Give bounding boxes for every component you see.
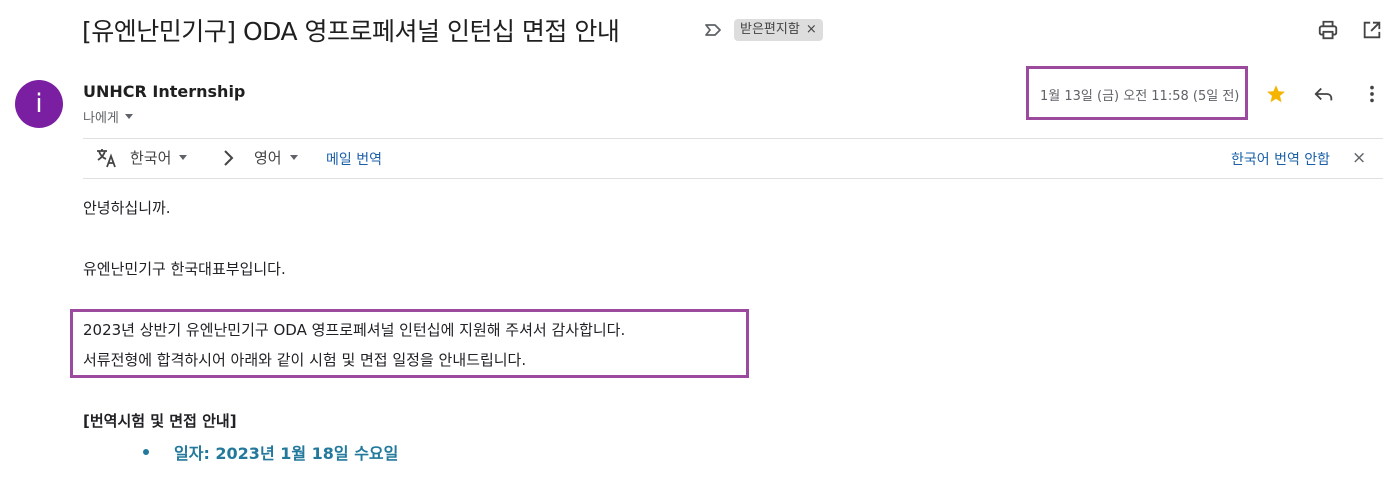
translate-bar-top-divider xyxy=(83,138,1383,139)
recipient-details-toggle[interactable]: 나에게 xyxy=(83,107,133,126)
bullet-item: 일자: 2023년 1월 18일 수요일 xyxy=(143,440,398,464)
translate-bar-bottom-divider xyxy=(83,178,1383,179)
star-icon xyxy=(1267,85,1285,103)
bullet-dot xyxy=(143,449,149,455)
remove-label-icon[interactable]: × xyxy=(806,19,817,41)
more-options-button[interactable] xyxy=(1360,82,1384,106)
more-vert-icon xyxy=(1370,85,1374,103)
body-line-2: 서류전형에 합격하시어 아래와 같이 시험 및 면접 일정을 안내드립니다. xyxy=(83,351,527,369)
caret-down-icon xyxy=(289,155,298,160)
dont-translate-link[interactable]: 한국어 번역 안함 xyxy=(1231,149,1330,169)
greeting-text: 안녕하십니까. xyxy=(83,199,171,217)
translate-message-link[interactable]: 메일 번역 xyxy=(326,149,382,169)
section-title: [번역시험 및 면접 안내] xyxy=(83,412,237,430)
bullet-text: 일자: 2023년 1월 18일 수요일 xyxy=(174,444,399,463)
inbox-label-text: 받은편지함 xyxy=(740,22,800,37)
source-language-label: 한국어 xyxy=(130,149,172,167)
important-marker-icon[interactable] xyxy=(703,20,723,40)
sender-name[interactable]: UNHCR Internship xyxy=(83,82,245,101)
open-new-window-button[interactable] xyxy=(1360,18,1384,42)
target-language-label: 영어 xyxy=(254,149,282,167)
print-button[interactable] xyxy=(1316,18,1340,42)
print-icon xyxy=(1318,20,1338,40)
star-button[interactable] xyxy=(1264,82,1288,106)
target-language-select[interactable]: 영어 xyxy=(254,147,298,168)
email-date: 1월 13일 (금) 오전 11:58 (5일 전) xyxy=(1040,89,1240,104)
open-new-window-icon xyxy=(1363,21,1381,39)
caret-down-icon xyxy=(179,155,188,160)
caret-down-icon xyxy=(124,114,133,119)
email-subject: [유엔난민기구] ODA 영프로페셔널 인턴십 면접 안내 xyxy=(82,17,620,46)
inbox-label-chip[interactable]: 받은편지함 × xyxy=(734,19,823,41)
source-language-select[interactable]: 한국어 xyxy=(130,147,188,168)
intro-text: 유엔난민기구 한국대표부입니다. xyxy=(83,260,286,278)
reply-icon xyxy=(1314,87,1333,101)
recipient-label: 나에게 xyxy=(83,111,119,126)
close-translate-bar-icon[interactable]: × xyxy=(1352,148,1366,168)
sender-avatar[interactable]: i xyxy=(15,80,63,128)
body-line-1: 2023년 상반기 유엔난민기구 ODA 영프로페셔널 인턴십에 지원해 주셔서… xyxy=(83,321,626,339)
reply-button[interactable] xyxy=(1312,82,1336,106)
translate-icon xyxy=(94,146,118,174)
chevron-right-icon xyxy=(221,149,237,171)
